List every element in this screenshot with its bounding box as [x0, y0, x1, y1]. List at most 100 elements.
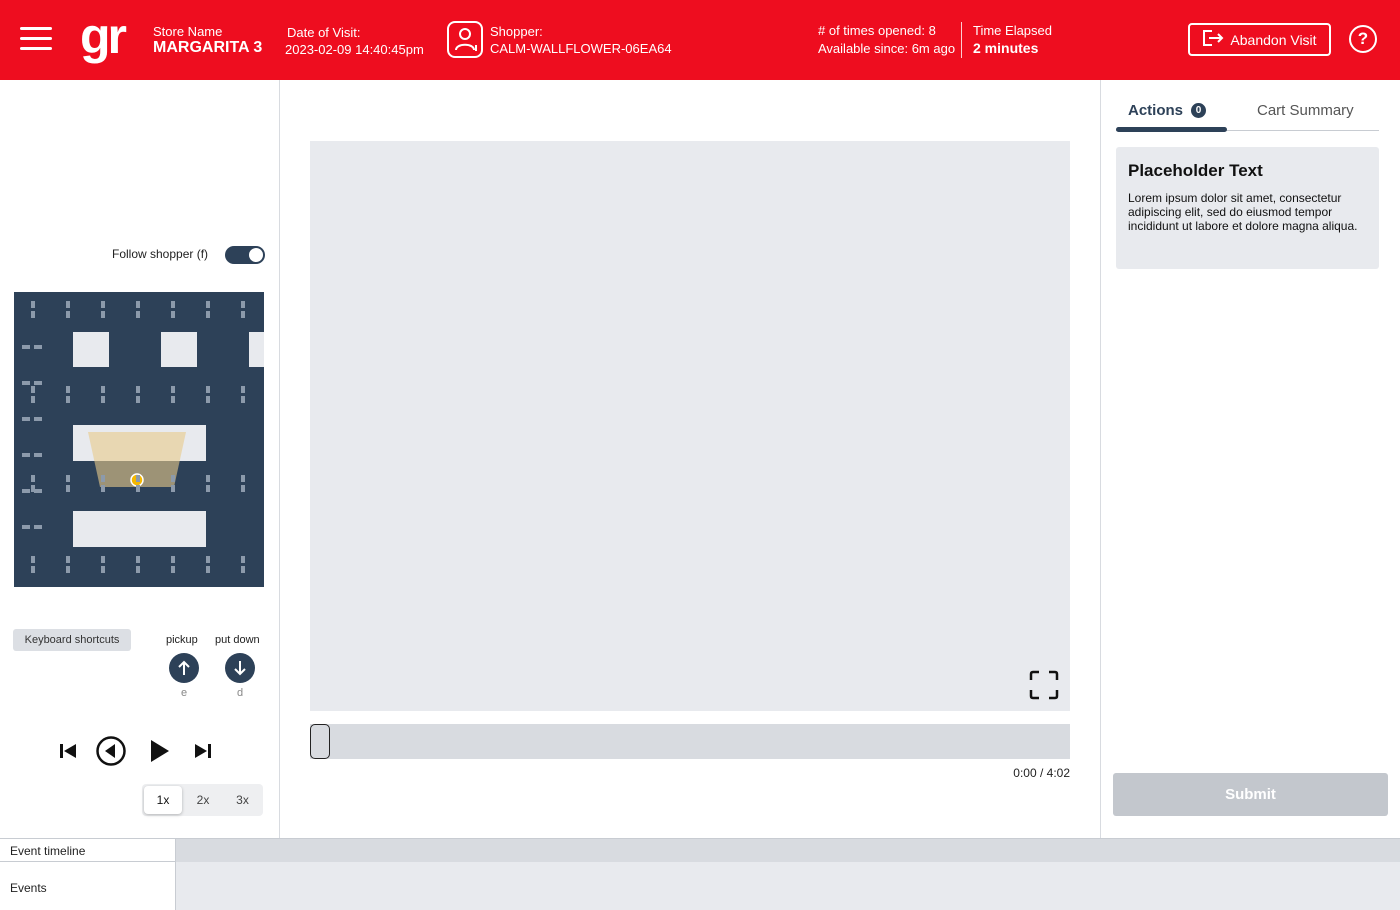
- map-shelf: [241, 556, 245, 563]
- map-shelf: [22, 525, 30, 529]
- map-shelf: [171, 311, 175, 318]
- map-shelf: [34, 489, 42, 493]
- header-divider: [961, 22, 962, 58]
- follow-shopper-toggle[interactable]: [225, 246, 265, 264]
- map-shelf: [22, 417, 30, 421]
- map-shelf: [66, 485, 70, 492]
- map-shelf: [66, 386, 70, 393]
- skip-to-start-icon[interactable]: [58, 740, 78, 767]
- speed-3x-button[interactable]: 3x: [224, 786, 261, 814]
- tab-actions[interactable]: Actions: [1128, 102, 1183, 119]
- map-shelf: [206, 301, 210, 308]
- putdown-key: d: [237, 687, 244, 699]
- map-shelf: [66, 301, 70, 308]
- map-shelf: [31, 301, 35, 308]
- map-shelf: [31, 311, 35, 318]
- actions-count-badge: 0: [1191, 103, 1206, 118]
- shopper-icon: [447, 21, 483, 58]
- map-shelf: [241, 475, 245, 482]
- step-back-icon[interactable]: [95, 735, 127, 772]
- help-icon[interactable]: ?: [1349, 25, 1377, 53]
- map-shelf: [171, 566, 175, 573]
- event-timeline-label: Event timeline: [0, 839, 176, 862]
- placeholder-card: Placeholder Text Lorem ipsum dolor sit a…: [1116, 147, 1379, 269]
- pickup-key: e: [181, 687, 188, 699]
- map-shelf: [101, 386, 105, 393]
- map-shelf: [22, 489, 30, 493]
- tab-cart-summary[interactable]: Cart Summary: [1257, 102, 1354, 119]
- scrubber-handle[interactable]: [310, 724, 330, 759]
- store-name-label: Store Name: [153, 24, 223, 39]
- map-shelf: [31, 475, 35, 482]
- active-tab-indicator: [1116, 127, 1227, 132]
- shopper-id: CALM-WALLFLOWER-06EA64: [490, 41, 672, 56]
- map-shelf: [31, 566, 35, 573]
- events-label: Events: [0, 862, 176, 910]
- abandon-visit-button[interactable]: Abandon Visit: [1188, 23, 1331, 56]
- time-elapsed-label: Time Elapsed: [973, 23, 1052, 38]
- arrow-down-icon: [234, 661, 246, 676]
- store-map[interactable]: [14, 292, 264, 587]
- map-shelf: [171, 396, 175, 403]
- time-elapsed-value: 2 minutes: [973, 40, 1039, 56]
- map-shelf: [34, 345, 42, 349]
- map-shelf: [206, 566, 210, 573]
- map-shelf: [206, 485, 210, 492]
- map-shelf: [136, 556, 140, 563]
- exit-icon: [1202, 29, 1224, 50]
- submit-button[interactable]: Submit: [1113, 773, 1388, 816]
- skip-to-end-icon[interactable]: [193, 740, 213, 767]
- map-shelf: [66, 566, 70, 573]
- map-shelf: [206, 311, 210, 318]
- putdown-label: put down: [215, 634, 260, 646]
- map-shelf: [22, 381, 30, 385]
- event-timeline-bar[interactable]: [176, 839, 1400, 862]
- map-shelf: [241, 386, 245, 393]
- video-player[interactable]: [310, 141, 1070, 711]
- menu-icon[interactable]: [20, 25, 52, 53]
- map-shelf: [34, 453, 42, 457]
- map-shelf: [101, 556, 105, 563]
- video-scrubber[interactable]: [310, 724, 1070, 759]
- map-shelf: [66, 556, 70, 563]
- speed-1x-button[interactable]: 1x: [144, 786, 182, 814]
- putdown-button[interactable]: [225, 653, 255, 683]
- map-shelf: [171, 475, 175, 482]
- map-shelf: [34, 417, 42, 421]
- card-body: Lorem ipsum dolor sit amet, consectetur …: [1128, 191, 1358, 233]
- left-panel: Follow shopper (f) Keyboard shortcuts pi…: [0, 80, 280, 838]
- map-shelf: [206, 386, 210, 393]
- map-shelf: [31, 556, 35, 563]
- follow-shopper-label: Follow shopper (f): [112, 247, 209, 261]
- arrow-up-icon: [178, 660, 190, 675]
- visit-date-value: 2023-02-09 14:40:45pm: [285, 42, 424, 57]
- events-track[interactable]: [176, 862, 1400, 910]
- map-shelf: [31, 386, 35, 393]
- map-shelf: [101, 396, 105, 403]
- map-shelf: [136, 566, 140, 573]
- fullscreen-icon[interactable]: [1025, 666, 1063, 704]
- map-shelf: [206, 556, 210, 563]
- map-shelf: [241, 566, 245, 573]
- map-shelf: [66, 396, 70, 403]
- map-shelf: [171, 556, 175, 563]
- play-icon[interactable]: [147, 738, 171, 769]
- card-title: Placeholder Text: [1128, 161, 1263, 180]
- shopper-view-cone: [88, 432, 186, 487]
- map-shelf: [34, 381, 42, 385]
- available-since: Available since: 6m ago: [818, 41, 956, 56]
- keyboard-shortcuts-button[interactable]: Keyboard shortcuts: [13, 629, 131, 651]
- map-shelf: [136, 475, 140, 482]
- map-shelf: [206, 475, 210, 482]
- pickup-button[interactable]: [169, 653, 199, 683]
- speed-2x-button[interactable]: 2x: [184, 786, 222, 814]
- map-shelf: [206, 396, 210, 403]
- map-shelf: [136, 311, 140, 318]
- times-opened: # of times opened: 8: [818, 23, 936, 38]
- map-shelf: [101, 485, 105, 492]
- map-shelf: [241, 301, 245, 308]
- map-shelf: [241, 396, 245, 403]
- store-name-value: MARGARITA 3: [153, 39, 263, 56]
- map-shelf: [136, 485, 140, 492]
- playback-speed-selector: 1x 2x 3x: [142, 784, 263, 816]
